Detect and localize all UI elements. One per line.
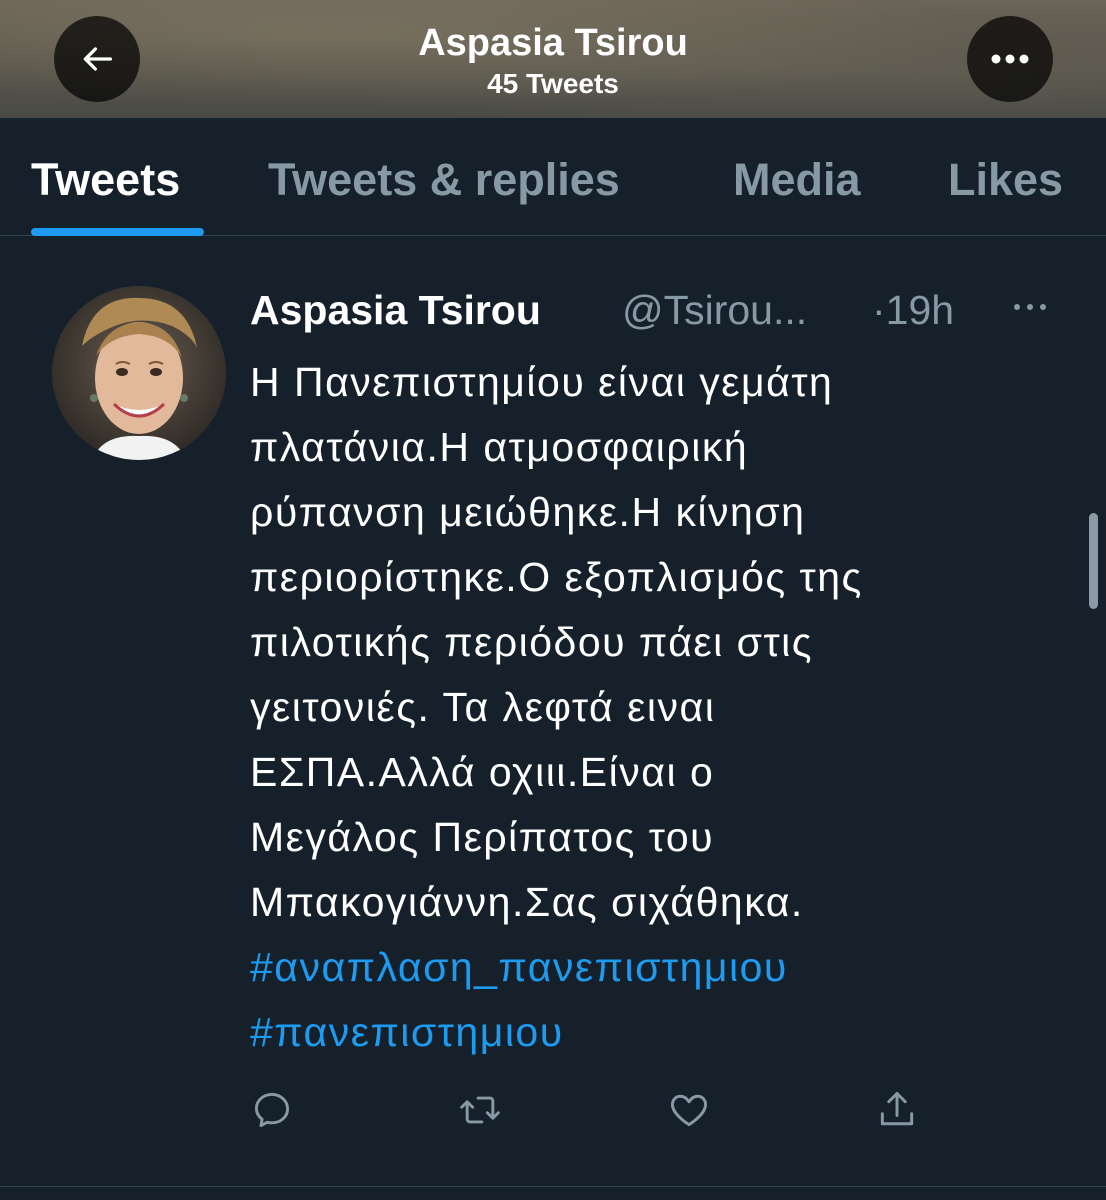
profile-tabs: Tweets Tweets & replies Media Likes — [0, 118, 1106, 236]
more-horizontal-icon — [1014, 304, 1046, 310]
tweet-text-line: ΕΣΠΑ.Αλλά οχιιι.Είναι ο — [250, 749, 715, 795]
tab-likes[interactable]: Likes — [948, 154, 1063, 206]
avatar[interactable] — [52, 286, 226, 460]
retweet-button[interactable] — [458, 1088, 502, 1132]
hashtag-link[interactable]: #πανεπιστημιου — [250, 1000, 1050, 1065]
tweet-text-line: Μεγάλος Περίπατος του — [250, 814, 715, 860]
retweet-icon — [460, 1096, 500, 1124]
tweet-more-button[interactable] — [1010, 292, 1050, 322]
tweet-author-handle[interactable]: @Tsirou... — [622, 287, 807, 334]
like-button[interactable] — [667, 1088, 711, 1132]
avatar-photo — [52, 286, 226, 460]
more-horizontal-icon — [991, 54, 1029, 64]
tweet-text-line: περιορίστηκε.Ο εξοπλισμός της — [250, 554, 863, 600]
share-icon — [880, 1092, 914, 1126]
more-button[interactable] — [967, 16, 1053, 102]
tweet-timestamp[interactable]: ·19h — [872, 287, 954, 334]
hashtag-link[interactable]: #αναπλαση_πανεπιστημιου — [250, 935, 1050, 1000]
active-tab-indicator — [31, 228, 204, 236]
tweet-body: Η Πανεπιστημίου είναι γεμάτη πλατάνια.Η … — [250, 350, 1050, 1065]
tweet-count: 45 Tweets — [487, 68, 619, 99]
tab-tweets-replies[interactable]: Tweets & replies — [268, 154, 620, 206]
tweet-text-line: γειτονιές. Τα λεφτά ειναι — [250, 684, 716, 730]
reply-icon — [254, 1092, 290, 1128]
tweet-text-line: πλατάνια.Η ατμοσφαιρική — [250, 424, 749, 470]
tab-media[interactable]: Media — [733, 154, 861, 206]
tweet-text-line: ρύπανση μειώθηκε.Η κίνηση — [250, 489, 806, 535]
tab-tweets[interactable]: Tweets — [31, 154, 180, 206]
reply-button[interactable] — [250, 1088, 294, 1132]
tweet-author-name[interactable]: Aspasia Tsirou — [250, 287, 541, 334]
divider — [0, 1186, 1106, 1187]
tweet-text-line: πιλοτικής περιόδου πάει στις — [250, 619, 814, 665]
like-icon — [671, 1094, 707, 1127]
profile-name-title: Aspasia Tsirou — [418, 22, 688, 64]
tweet-text-line: Μπακογιάννη.Σας σιχάθηκα. — [250, 879, 804, 925]
tweet-text-line: Η Πανεπιστημίου είναι γεμάτη — [250, 359, 834, 405]
share-button[interactable] — [875, 1088, 919, 1132]
scrollbar-thumb[interactable] — [1089, 513, 1098, 609]
